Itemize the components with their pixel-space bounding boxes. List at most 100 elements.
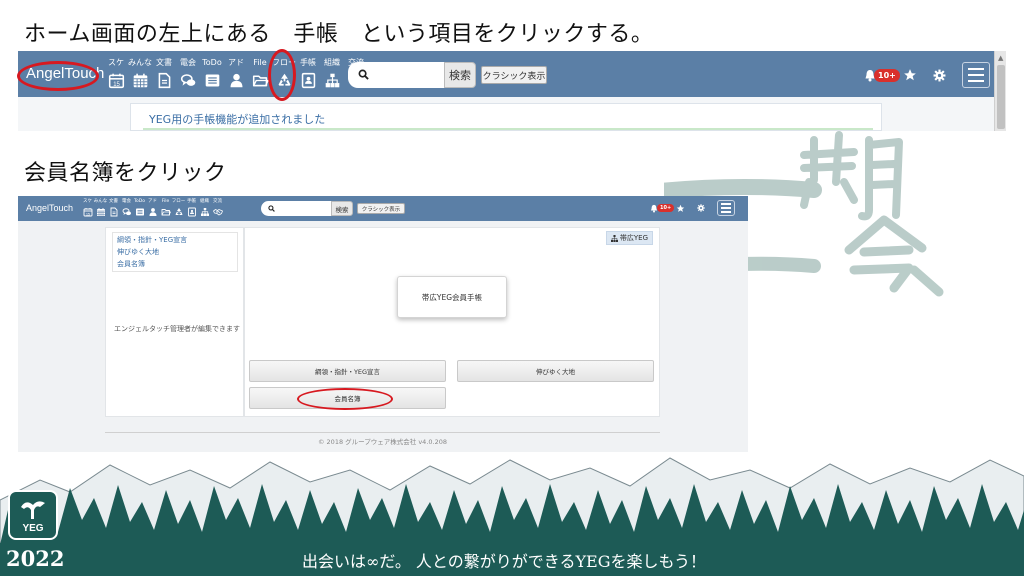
instruction-heading-notebook: ホーム画面の左上にある 手帳 という項目をクリックする。: [24, 22, 654, 47]
calendar-15-icon: 15: [83, 208, 92, 217]
nav-item-label: 電会: [122, 199, 131, 204]
search-input[interactable]: [348, 62, 444, 88]
nav-item-person[interactable]: アド: [146, 198, 159, 217]
classic-view-button[interactable]: クラシック表示: [481, 66, 547, 84]
nav-item-org-chart[interactable]: 組織: [320, 57, 344, 89]
gear-icon[interactable]: [697, 204, 705, 212]
search-bar: 検索 クラシック表示: [261, 201, 405, 216]
notebook-title-card: 帯広YEG会員手帳: [397, 276, 507, 318]
callout-notebook-highlight: [268, 49, 296, 101]
footer-divider: [105, 432, 660, 433]
classic-view-button[interactable]: クラシック表示: [357, 203, 405, 214]
recycle-icon: [175, 208, 182, 215]
editor-note: エンジェルタッチ管理者が編集できます: [114, 325, 240, 333]
nav-item-document[interactable]: 文書: [107, 198, 120, 217]
banner-slogan: 出会いは∞だ。 人との繋がりができるYEGを楽しもう！: [302, 552, 706, 571]
page-scrollbar[interactable]: ▲: [994, 51, 1006, 131]
handshake-icon: [212, 209, 223, 216]
nav-item-label: 電会: [180, 58, 196, 67]
chat-bubbles-icon: [180, 74, 195, 86]
nav-menu: スケ 15 みんな文書電会ToDoアド Fileフロー手帳組織交流: [81, 198, 224, 217]
nav-item-calendar-15[interactable]: スケ 15: [104, 57, 128, 89]
mountain-forest-illustration: [0, 457, 1024, 545]
scroll-up-arrow-icon[interactable]: ▲: [998, 54, 1003, 62]
nav-item-notebook[interactable]: 手帳: [296, 57, 320, 89]
chat-bubbles-icon: [122, 208, 131, 216]
nav-item-notebook[interactable]: 手帳: [185, 198, 198, 217]
calendar-grid-icon: [133, 73, 147, 88]
nav-item-label: アド: [148, 199, 157, 204]
instruction-heading-roster: 会員名簿をクリック: [24, 161, 227, 186]
nav-item-chat-bubbles[interactable]: 電会: [176, 57, 200, 89]
notification-badge[interactable]: 10+: [874, 68, 900, 82]
person-icon: [230, 73, 242, 88]
nav-item-label: ToDo: [134, 199, 145, 204]
org-tag[interactable]: 帯広YEG: [605, 231, 653, 245]
nav-item-label: 組織: [324, 58, 340, 67]
sidebar-link-principles[interactable]: 綱領・指針・YEG宣言: [117, 234, 233, 246]
nav-item-label: フロー: [171, 199, 186, 204]
hamburger-menu-button[interactable]: [961, 62, 990, 88]
calendar-grid-icon: [96, 208, 105, 216]
notification-badge[interactable]: 10+: [657, 204, 675, 212]
nav-item-calendar-grid[interactable]: みんな: [94, 198, 107, 217]
notebook-icon: [301, 72, 315, 89]
list-icon: [205, 74, 219, 87]
nav-item-chat-bubbles[interactable]: 電会: [120, 198, 133, 217]
sidebar-link-member-roster[interactable]: 会員名簿: [117, 258, 233, 270]
nav-item-label: スケ: [83, 199, 92, 204]
nav-item-label: File: [253, 58, 267, 67]
nav-item-calendar-15[interactable]: スケ 15: [81, 198, 94, 217]
search-icon: [268, 205, 275, 212]
principles-button[interactable]: 綱領・指針・YEG宣言: [249, 360, 446, 382]
notebook-sidebar: 綱領・指針・YEG宣言 伸びゆく大地 会員名簿 エンジェルタッチ管理者が編集でき…: [105, 227, 244, 417]
nav-item-label: ToDo: [202, 58, 222, 67]
info-panel: YEG用の手帳機能が追加されました: [130, 103, 882, 131]
nav-item-label: 手帳: [187, 199, 196, 204]
notebook-main-panel: 帯広YEG 帯広YEG会員手帳 綱領・指針・YEG宣言 伸びゆく大地 会員名簿: [244, 227, 660, 417]
yeg-mark-icon: [21, 501, 45, 519]
nav-item-folder[interactable]: File: [159, 198, 172, 217]
nav-item-label: 手帳: [300, 58, 316, 67]
list-icon: [135, 208, 144, 216]
gear-icon[interactable]: [933, 69, 946, 82]
nav-item-calendar-grid[interactable]: みんな: [128, 57, 152, 89]
callout-roster-highlight: [297, 388, 393, 410]
info-message: YEG用の手帳機能が追加されました: [149, 113, 326, 126]
nav-item-handshake[interactable]: 交流: [211, 198, 224, 217]
org-tag-label: 帯広YEG: [619, 234, 648, 242]
notebook-sidebar-links: 綱領・指針・YEG宣言 伸びゆく大地 会員名簿: [112, 232, 238, 272]
brand-logo[interactable]: AngelTouch: [26, 203, 73, 213]
document-icon: [110, 207, 117, 217]
document-icon: [158, 72, 170, 89]
folder-icon: [252, 75, 269, 87]
nav-item-label: 交流: [213, 199, 222, 204]
navbar-right-icons: 10+: [864, 62, 990, 88]
nav-item-list[interactable]: ToDo: [133, 198, 146, 217]
star-icon[interactable]: [676, 204, 685, 213]
search-button[interactable]: 検索: [331, 201, 353, 216]
app-navbar: AngelTouch スケ15みんな文書電会ToDoアドFileフロー手帳組織交…: [18, 51, 994, 97]
hamburger-menu-button[interactable]: [717, 200, 736, 216]
nav-item-list[interactable]: ToDo: [200, 57, 224, 89]
star-icon[interactable]: [903, 68, 917, 82]
org-chart-icon: [325, 73, 339, 88]
sidebar-link-growing-land[interactable]: 伸びゆく大地: [117, 246, 233, 258]
org-chart-icon: [610, 234, 618, 242]
nav-item-person[interactable]: アド: [224, 57, 248, 89]
nav-item-document[interactable]: 文書: [152, 57, 176, 89]
svg-text:15: 15: [113, 82, 120, 88]
nav-item-label: アド: [228, 58, 244, 67]
search-input[interactable]: [261, 201, 331, 216]
nav-item-org-chart[interactable]: 組織: [198, 198, 211, 217]
nav-item-label: みんな: [93, 199, 108, 204]
nav-item-label: 組織: [200, 199, 209, 204]
scrollbar-thumb[interactable]: [997, 65, 1005, 129]
screenshot-home-navbar: AngelTouch スケ15みんな文書電会ToDoアドFileフロー手帳組織交…: [18, 51, 1006, 131]
nav-item-recycle[interactable]: フロー: [172, 198, 185, 217]
growing-land-button[interactable]: 伸びゆく大地: [457, 360, 654, 382]
nav-item-label: みんな: [128, 58, 152, 67]
navbar-right-icons: 10+: [650, 200, 736, 216]
search-button[interactable]: 検索: [444, 62, 476, 88]
search-icon: [358, 69, 369, 80]
